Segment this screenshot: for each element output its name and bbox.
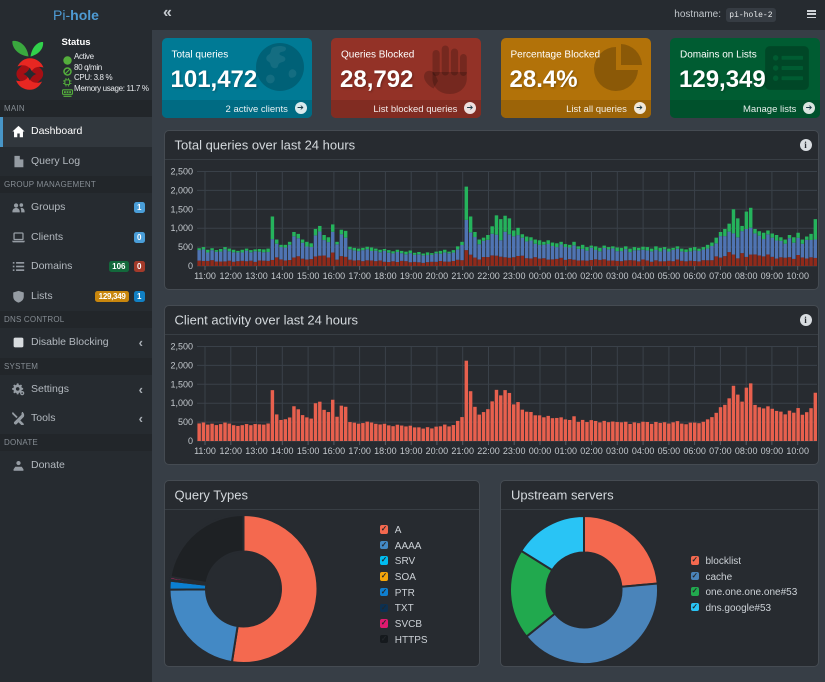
svg-text:1,000: 1,000 xyxy=(170,223,193,233)
svg-text:20:00: 20:00 xyxy=(425,446,448,456)
svg-text:18:00: 18:00 xyxy=(374,271,397,281)
svg-text:00:00: 00:00 xyxy=(528,446,551,456)
svg-text:03:00: 03:00 xyxy=(606,446,629,456)
svg-text:16:00: 16:00 xyxy=(322,271,345,281)
svg-text:0: 0 xyxy=(187,261,192,271)
svg-text:500: 500 xyxy=(177,242,192,252)
svg-text:01:00: 01:00 xyxy=(554,446,577,456)
svg-text:11:00: 11:00 xyxy=(194,446,216,456)
svg-text:10:00: 10:00 xyxy=(786,271,809,281)
svg-text:12:00: 12:00 xyxy=(219,271,242,281)
svg-text:08:00: 08:00 xyxy=(734,271,757,281)
svg-text:03:00: 03:00 xyxy=(606,271,629,281)
svg-text:23:00: 23:00 xyxy=(502,271,525,281)
svg-text:09:00: 09:00 xyxy=(760,446,783,456)
svg-text:19:00: 19:00 xyxy=(399,446,422,456)
svg-text:500: 500 xyxy=(177,417,192,427)
svg-text:02:00: 02:00 xyxy=(580,446,603,456)
svg-text:08:00: 08:00 xyxy=(734,446,757,456)
svg-text:00:00: 00:00 xyxy=(528,271,551,281)
svg-text:22:00: 22:00 xyxy=(477,446,500,456)
svg-text:2,500: 2,500 xyxy=(170,166,193,176)
svg-text:07:00: 07:00 xyxy=(709,446,732,456)
svg-text:09:00: 09:00 xyxy=(760,271,783,281)
svg-text:16:00: 16:00 xyxy=(322,446,345,456)
svg-text:15:00: 15:00 xyxy=(296,271,319,281)
svg-text:2,000: 2,000 xyxy=(170,185,193,195)
svg-text:01:00: 01:00 xyxy=(554,271,577,281)
svg-text:14:00: 14:00 xyxy=(271,446,294,456)
svg-text:0: 0 xyxy=(187,436,192,446)
svg-text:04:00: 04:00 xyxy=(631,446,654,456)
svg-text:07:00: 07:00 xyxy=(709,271,732,281)
svg-text:04:00: 04:00 xyxy=(631,271,654,281)
svg-text:19:00: 19:00 xyxy=(399,271,422,281)
svg-text:17:00: 17:00 xyxy=(348,271,371,281)
svg-text:11:00: 11:00 xyxy=(194,271,216,281)
svg-text:12:00: 12:00 xyxy=(219,446,242,456)
svg-text:17:00: 17:00 xyxy=(348,446,371,456)
svg-text:05:00: 05:00 xyxy=(657,446,680,456)
svg-text:20:00: 20:00 xyxy=(425,271,448,281)
svg-text:13:00: 13:00 xyxy=(245,271,268,281)
svg-text:02:00: 02:00 xyxy=(580,271,603,281)
svg-text:10:00: 10:00 xyxy=(786,446,809,456)
svg-text:21:00: 21:00 xyxy=(451,271,474,281)
svg-text:21:00: 21:00 xyxy=(451,446,474,456)
svg-text:1,500: 1,500 xyxy=(170,379,193,389)
svg-text:15:00: 15:00 xyxy=(296,446,319,456)
svg-text:06:00: 06:00 xyxy=(683,271,706,281)
svg-text:13:00: 13:00 xyxy=(245,446,268,456)
svg-text:2,500: 2,500 xyxy=(170,341,193,351)
svg-text:05:00: 05:00 xyxy=(657,271,680,281)
svg-text:22:00: 22:00 xyxy=(477,271,500,281)
svg-text:2,000: 2,000 xyxy=(170,360,193,370)
svg-text:23:00: 23:00 xyxy=(502,446,525,456)
svg-text:1,000: 1,000 xyxy=(170,398,193,408)
svg-text:06:00: 06:00 xyxy=(683,446,706,456)
svg-text:14:00: 14:00 xyxy=(271,271,294,281)
svg-text:1,500: 1,500 xyxy=(170,204,193,214)
svg-text:18:00: 18:00 xyxy=(374,446,397,456)
